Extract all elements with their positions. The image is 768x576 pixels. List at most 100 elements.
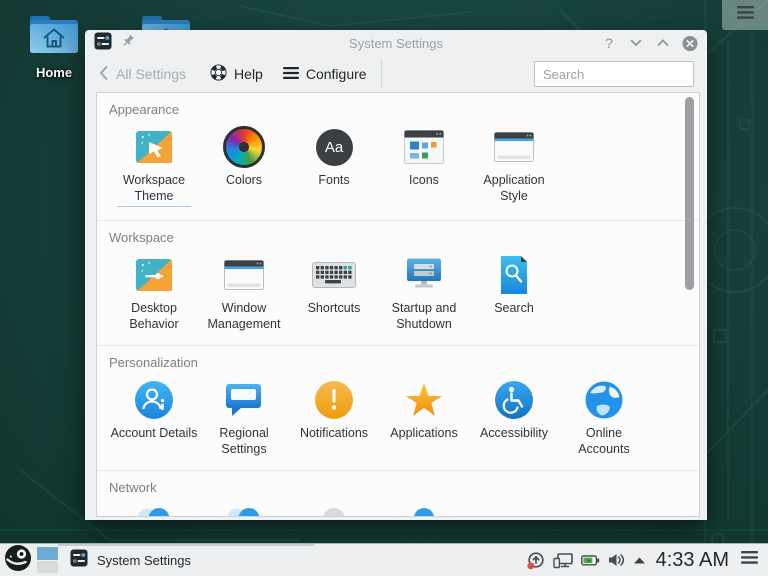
folder-icon [27, 12, 81, 63]
fonts-icon: Aa [316, 126, 353, 168]
app-window-icon [494, 126, 534, 168]
titlebar[interactable]: System Settings ? [85, 30, 707, 56]
configure-button-label: Configure [306, 66, 367, 82]
app-window-icon [224, 254, 264, 296]
settings-item[interactable] [379, 504, 469, 517]
system-settings-window: System Settings ? All Settings Help Conf… [85, 30, 707, 520]
lifebuoy-help-icon [210, 64, 227, 84]
item-label: Accessibility [480, 425, 548, 441]
section-title: Personalization [109, 355, 687, 370]
help-button-label: Help [234, 66, 263, 82]
settings-item-desktop-behavior[interactable]: Desktop Behavior [109, 254, 199, 332]
settings-item-regional-settings[interactable]: Regional Settings [199, 379, 289, 457]
dome-blue-icon [404, 504, 444, 517]
item-label: Colors [226, 172, 262, 188]
startup-icon [402, 254, 446, 296]
item-label: Applications [390, 425, 457, 441]
settings-item-window-management[interactable]: Window Management [199, 254, 289, 332]
search-doc-icon [498, 254, 530, 296]
opensuse-logo-icon [4, 544, 32, 576]
settings-item-account-details[interactable]: Account Details [109, 379, 199, 457]
settings-item-shortcuts[interactable]: Shortcuts [289, 254, 379, 332]
keyboard-icon [312, 254, 356, 296]
section-network: Network [97, 470, 699, 517]
item-label: Regional Settings [199, 425, 289, 457]
cloud-blue-icon [134, 504, 174, 517]
pager-desktop-2[interactable] [37, 561, 58, 573]
desktop-folder-home[interactable]: Home [22, 12, 86, 80]
pin-icon[interactable] [121, 34, 135, 53]
virtual-desktop-pager[interactable] [37, 547, 58, 573]
help-button[interactable]: Help [210, 64, 263, 84]
selection-underline [117, 206, 191, 207]
accessibility-icon [494, 379, 534, 421]
settings-item-colors[interactable]: Colors [199, 126, 289, 207]
updates-icon[interactable] [526, 551, 546, 570]
item-label: Icons [409, 172, 439, 188]
task-label: System Settings [97, 553, 191, 568]
pager-desktop-1-active[interactable] [37, 547, 58, 560]
application-launcher-button[interactable] [4, 546, 32, 574]
back-all-settings-button[interactable]: All Settings [98, 65, 186, 84]
chevron-left-icon [98, 65, 109, 84]
desktop-toolbox-button[interactable] [722, 0, 768, 30]
window-app-icon[interactable] [94, 32, 112, 55]
dome-gray-icon [314, 504, 354, 517]
device-connect-icon[interactable] [553, 552, 574, 569]
settings-item-application-style[interactable]: Application Style [469, 126, 559, 207]
battery-icon[interactable] [581, 553, 600, 568]
section-title: Appearance [109, 102, 687, 117]
color-wheel-icon [223, 126, 265, 168]
settings-item-fonts[interactable]: Aa Fonts [289, 126, 379, 207]
section-title: Network [109, 480, 687, 495]
settings-item[interactable] [109, 504, 199, 517]
item-label: Startup and Shutdown [379, 300, 469, 332]
configure-button[interactable]: Configure [283, 66, 367, 82]
desktop-behavior-icon [134, 254, 174, 296]
window-maximize-button[interactable] [655, 35, 671, 51]
taskbar-task-system-settings[interactable]: System Settings [60, 544, 314, 576]
section-title: Workspace [109, 230, 687, 245]
window-close-button[interactable] [682, 35, 698, 51]
globe-icon [584, 379, 624, 421]
desktop-icon-label: Home [36, 65, 72, 80]
item-label: Desktop Behavior [109, 300, 199, 332]
item-label: Fonts [318, 172, 349, 188]
toolbar-separator [381, 60, 382, 88]
window-help-button[interactable]: ? [601, 35, 617, 51]
hamburger-icon [737, 6, 754, 24]
item-label: Search [494, 300, 534, 316]
section-workspace: Workspace Desktop Behavior Window Manage… [97, 220, 699, 345]
volume-icon[interactable] [607, 552, 626, 568]
settings-item-workspace-theme[interactable]: Workspace Theme [109, 126, 199, 207]
settings-item-notifications[interactable]: Notifications [289, 379, 379, 457]
section-personalization: Personalization Account Details Regional… [97, 345, 699, 470]
settings-item-search[interactable]: Search [469, 254, 559, 332]
settings-item-applications[interactable]: Applications [379, 379, 469, 457]
digital-clock[interactable]: 4:33 AM [656, 549, 729, 572]
settings-item[interactable] [199, 504, 289, 517]
search-input[interactable] [534, 61, 694, 87]
item-label: Online Accounts [559, 425, 649, 457]
scrollbar-thumb[interactable] [685, 97, 694, 290]
back-button-label: All Settings [116, 66, 186, 82]
workspace-theme-icon [134, 126, 174, 168]
system-tray [526, 551, 646, 570]
item-label: Application Style [469, 172, 559, 204]
hamburger-icon [283, 66, 299, 82]
section-appearance: Appearance Workspace Theme Colors Aa Fon… [97, 93, 699, 220]
settings-item-icons[interactable]: Icons [379, 126, 469, 207]
item-label: Workspace Theme [109, 172, 199, 204]
settings-item-startup-and-shutdown[interactable]: Startup and Shutdown [379, 254, 469, 332]
expand-caret-icon[interactable] [633, 556, 646, 565]
settings-item-online-accounts[interactable]: Online Accounts [559, 379, 649, 457]
panel-menu-button[interactable] [741, 551, 758, 569]
icon-grid-icon [404, 126, 444, 168]
cloud-blue-icon [224, 504, 264, 517]
settings-item[interactable] [289, 504, 379, 517]
window-minimize-button[interactable] [628, 35, 644, 51]
settings-item-accessibility[interactable]: Accessibility [469, 379, 559, 457]
hamburger-icon [741, 551, 758, 569]
notification-icon [314, 379, 354, 421]
settings-category-view: Appearance Workspace Theme Colors Aa Fon… [96, 92, 700, 517]
